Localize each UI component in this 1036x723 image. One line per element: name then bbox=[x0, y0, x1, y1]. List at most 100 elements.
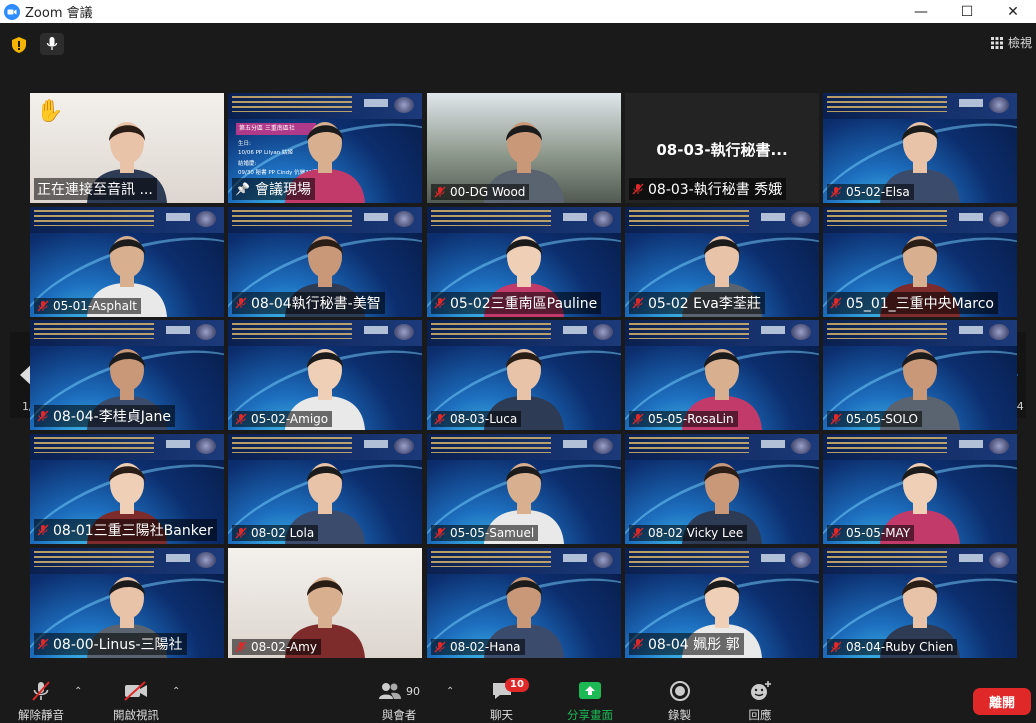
audio-status-button[interactable] bbox=[40, 33, 64, 55]
record-icon bbox=[669, 681, 690, 701]
rotary-logo-icon bbox=[166, 554, 190, 562]
participant-name-label: 05-05-MAY bbox=[827, 525, 915, 541]
audio-options-caret-icon[interactable]: ⌃ bbox=[74, 686, 82, 697]
district-emblem-icon bbox=[791, 552, 811, 568]
participant-name-label: 📌 會議現場 bbox=[232, 178, 315, 200]
participant-name: 08-02-Hana bbox=[450, 640, 521, 654]
participant-name: 08-02 Lola bbox=[251, 526, 315, 540]
muted-mic-icon bbox=[434, 527, 446, 539]
minimize-icon[interactable]: — bbox=[898, 0, 944, 23]
close-icon[interactable]: ✕ bbox=[990, 0, 1036, 23]
participant-name-label: 05-01-Asphalt bbox=[34, 298, 142, 314]
unmute-button[interactable]: 解除靜音 bbox=[18, 680, 64, 723]
participant-video-tile[interactable]: 08-02 Lola bbox=[228, 434, 422, 544]
participant-video-tile[interactable]: 05-05-Samuel bbox=[427, 434, 621, 544]
participant-video-tile[interactable]: 05-02 Eva李荃莊 bbox=[625, 207, 819, 317]
reactions-label: 回應 bbox=[748, 708, 772, 722]
participant-name: 08-04執行秘書-美智 bbox=[251, 296, 381, 312]
start-video-button[interactable]: 開啟視訊 bbox=[113, 680, 159, 723]
participant-video-tile[interactable]: 05-02三重南區Pauline bbox=[427, 207, 621, 317]
district-emblem-icon bbox=[394, 324, 414, 340]
rotary-logo-icon bbox=[364, 213, 388, 221]
participant-video-tile[interactable]: 05-05-MAY bbox=[823, 434, 1017, 544]
participants-options-caret-icon[interactable]: ⌃ bbox=[446, 686, 454, 697]
muted-mic-icon bbox=[632, 638, 644, 650]
district-emblem-icon bbox=[791, 438, 811, 454]
participant-video-tile[interactable]: 08-04 姵彤 郭 bbox=[625, 548, 819, 658]
view-button[interactable]: 檢視 bbox=[990, 34, 1032, 51]
participant-video-tile[interactable]: 08-01三重三陽社Banker bbox=[30, 434, 224, 544]
participant-video-tile[interactable]: 08-03-Luca bbox=[427, 320, 621, 430]
district-emblem-icon bbox=[394, 211, 414, 227]
district-emblem-icon bbox=[593, 438, 613, 454]
participant-name: 08-00-Linus-三陽社 bbox=[53, 637, 183, 653]
participant-video-tile[interactable]: 08-02 Vicky Lee bbox=[625, 434, 819, 544]
participant-name: 08-02 Vicky Lee bbox=[648, 526, 744, 540]
participant-name-label: 05-05-Samuel bbox=[431, 525, 539, 541]
raised-hand-icon: ✋ bbox=[36, 99, 64, 124]
chat-unread-badge: 10 bbox=[505, 678, 529, 692]
district-emblem-icon bbox=[593, 552, 613, 568]
muted-mic-icon bbox=[632, 527, 644, 539]
participant-name-label: 05-05-RosaLin bbox=[629, 411, 738, 427]
muted-mic-icon bbox=[830, 527, 842, 539]
participant-video-tile[interactable]: 05_01_三重中央Marco bbox=[823, 207, 1017, 317]
district-emblem-icon bbox=[196, 211, 216, 227]
participant-name: 05-05-SOLO bbox=[846, 412, 918, 426]
participant-video-tile[interactable]: 08-02-Hana bbox=[427, 548, 621, 658]
participant-video-tile[interactable]: 08-04-Ruby Chien bbox=[823, 548, 1017, 658]
muted-mic-icon bbox=[830, 186, 842, 198]
participant-video-tile[interactable]: 05-02-Amigo bbox=[228, 320, 422, 430]
slide-text-line: 生日: bbox=[238, 141, 251, 147]
rotary-logo-icon bbox=[959, 554, 983, 562]
video-options-caret-icon[interactable]: ⌃ bbox=[172, 686, 180, 697]
district-emblem-icon bbox=[394, 97, 414, 113]
participant-name-label: 08-04-Ruby Chien bbox=[827, 639, 958, 655]
participant-name: 05-02 Eva李荃莊 bbox=[648, 296, 761, 312]
share-screen-button[interactable]: 分享畫面 bbox=[567, 680, 613, 723]
participant-video-tile[interactable]: 05-02-Elsa bbox=[823, 93, 1017, 203]
participant-display-name: 08-03-執行秘書... bbox=[656, 141, 788, 159]
meeting-topbar bbox=[0, 23, 1036, 65]
participant-video-tile[interactable]: 08-00-Linus-三陽社 bbox=[30, 548, 224, 658]
leave-meeting-button[interactable]: 離開 bbox=[973, 688, 1031, 715]
participant-video-tile[interactable]: 05-05-SOLO bbox=[823, 320, 1017, 430]
participant-video-tile[interactable]: 08-04-李桂貞Jane bbox=[30, 320, 224, 430]
muted-mic-icon bbox=[434, 297, 446, 309]
participants-button[interactable]: 90 與會者 bbox=[378, 680, 420, 723]
security-shield-icon[interactable] bbox=[10, 36, 28, 54]
muted-mic-icon bbox=[632, 297, 644, 309]
window-title: Zoom 會議 bbox=[25, 6, 93, 21]
participant-video-tile[interactable]: 08-04執行秘書-美智 bbox=[228, 207, 422, 317]
rotary-logo-icon bbox=[761, 440, 785, 448]
participant-name-label: 08-03-Luca bbox=[431, 411, 522, 427]
participant-video-tile[interactable]: 第五分區 三重南區社 生日: 10/06 PP Lilyan 姑姬 結婚慶: 09/30… bbox=[228, 93, 422, 203]
record-button[interactable]: 錄製 bbox=[668, 680, 691, 723]
reactions-button[interactable]: 回應 bbox=[748, 680, 772, 723]
district-emblem-icon bbox=[196, 324, 216, 340]
rotary-logo-icon bbox=[959, 99, 983, 107]
video-off-icon bbox=[124, 681, 147, 701]
muted-mic-icon bbox=[830, 413, 842, 425]
muted-mic-icon bbox=[37, 638, 49, 650]
muted-mic-icon bbox=[632, 183, 644, 195]
participant-video-tile[interactable]: 05-01-Asphalt bbox=[30, 207, 224, 317]
participant-name: 05-02-Elsa bbox=[846, 185, 910, 199]
participant-video-tile[interactable]: 00-DG Wood bbox=[427, 93, 621, 203]
participant-name-label: 08-00-Linus-三陽社 bbox=[34, 633, 187, 655]
muted-mic-icon bbox=[235, 527, 247, 539]
participant-name-label: 08-02 Lola bbox=[232, 525, 319, 541]
participant-name: 08-02-Amy bbox=[251, 640, 317, 654]
participant-name-label: 05-05-SOLO bbox=[827, 411, 922, 427]
unmute-label: 解除靜音 bbox=[18, 708, 64, 722]
participant-name-label: 08-04 姵彤 郭 bbox=[629, 633, 744, 655]
participant-video-tile[interactable]: ✋ 正在連接至音訊 ... bbox=[30, 93, 224, 203]
participant-video-tile[interactable]: 05-05-RosaLin bbox=[625, 320, 819, 430]
muted-mic-icon bbox=[37, 410, 49, 422]
participant-video-tile[interactable]: 08-02-Amy bbox=[228, 548, 422, 658]
participant-name: 08-03-執行秘書 秀娥 bbox=[648, 182, 783, 198]
participant-name: 05-02-Amigo bbox=[251, 412, 329, 426]
grid-view-icon bbox=[990, 36, 1003, 49]
participant-video-tile[interactable]: 08-03-執行秘書... 08-03-執行秘書 秀娥 bbox=[625, 93, 819, 203]
maximize-icon[interactable]: ☐ bbox=[944, 0, 990, 23]
